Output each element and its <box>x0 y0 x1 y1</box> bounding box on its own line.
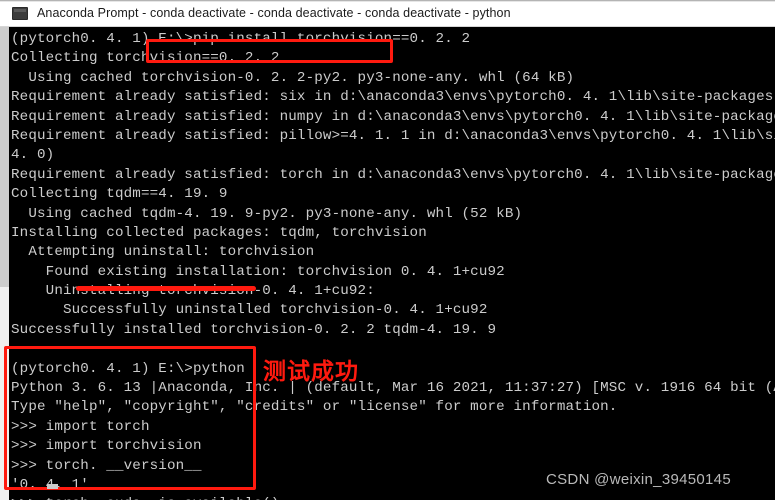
scrollbar-thumb[interactable] <box>0 27 9 287</box>
terminal-line: (pytorch0. 4. 1) E:\>pip install torchvi… <box>11 31 471 47</box>
terminal-line: >>> torch. cuda. is_available() <box>9 495 775 500</box>
terminal-line: Uninstalling torchvision-0. 4. 1+cu92: <box>11 283 375 300</box>
window-titlebar[interactable]: Anaconda Prompt - conda deactivate - con… <box>0 0 775 27</box>
terminal-output-area[interactable]: (pytorch0. 4. 1) E:\>pip install torchvi… <box>9 27 775 500</box>
terminal-line: Attempting uninstall: torchvision <box>11 244 315 261</box>
terminal-line: Successfully installed torchvision-0. 2.… <box>11 321 497 338</box>
terminal-line: (pytorch0. 4. 1) E:\>python <box>11 360 245 377</box>
terminal-line: Collecting torchvision==0. 2. 2 <box>11 50 280 67</box>
terminal-line: Installing collected packages: tqdm, tor… <box>11 224 427 241</box>
terminal-line: Using cached tqdm-4. 19. 9-py2. py3-none… <box>11 205 523 222</box>
vertical-scrollbar[interactable] <box>0 27 9 500</box>
annotation-underline-successfully-installed <box>76 286 256 291</box>
terminal-line: >>> import torch <box>11 418 150 435</box>
console-icon <box>12 6 28 20</box>
screenshot-root: Anaconda Prompt - conda deactivate - con… <box>0 0 775 500</box>
terminal-line: Successfully uninstalled torchvision-0. … <box>11 302 488 319</box>
annotation-chinese-note: 测试成功 <box>263 359 359 385</box>
terminal-line: 4. 0) <box>11 147 55 164</box>
titlebar-edge-shadow <box>0 0 775 2</box>
terminal-line: Requirement already satisfied: six in d:… <box>11 89 774 106</box>
terminal-line: Type "help", "copyright", "credits" or "… <box>11 399 618 416</box>
terminal-line: Requirement already satisfied: pillow>=4… <box>11 127 775 144</box>
scrollbar-track[interactable] <box>0 287 9 500</box>
terminal-line-list: (pytorch0. 4. 1) E:\>pip install torchvi… <box>9 30 775 500</box>
terminal-line: Requirement already satisfied: torch in … <box>11 166 775 183</box>
terminal-line: Using cached torchvision-0. 2. 2-py2. py… <box>11 69 575 86</box>
terminal-cursor <box>47 484 58 489</box>
terminal-line: Found existing installation: torchvision… <box>11 263 505 280</box>
terminal-line: Requirement already satisfied: numpy in … <box>11 108 775 125</box>
window-title: Anaconda Prompt - conda deactivate - con… <box>37 6 511 20</box>
terminal-line: Collecting tqdm==4. 19. 9 <box>11 186 228 203</box>
csdn-watermark: CSDN @weixin_39450145 <box>546 471 731 488</box>
terminal-line: >>> import torchvision <box>11 438 202 455</box>
terminal-line: Python 3. 6. 13 |Anaconda, Inc. | (defau… <box>11 380 775 397</box>
